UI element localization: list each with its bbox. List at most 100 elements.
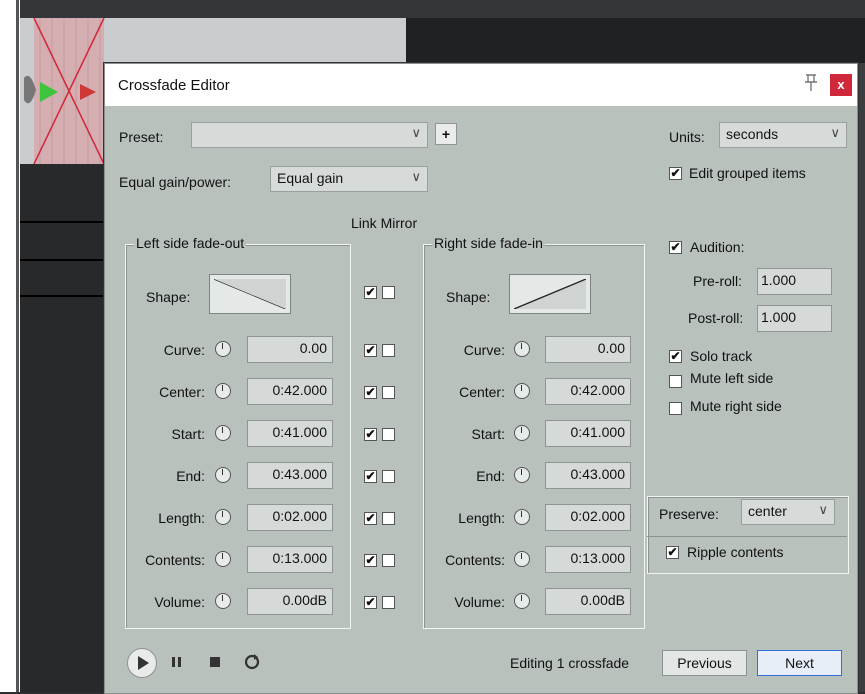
loop-icon[interactable] xyxy=(243,653,261,674)
right-knob-icon[interactable] xyxy=(514,509,530,525)
preset-dropdown[interactable]: ∨ xyxy=(191,122,428,148)
audition-checkbox[interactable]: ✔ xyxy=(669,241,682,254)
left-value-input[interactable]: 0.00dB xyxy=(247,588,333,615)
status-text: Editing 1 crossfade xyxy=(510,655,630,671)
left-row-label: Start: xyxy=(171,426,205,442)
dialog-title: Crossfade Editor xyxy=(118,77,230,94)
crossfade-editor-dialog: Crossfade Editor x Preset: ∨ + Units: se… xyxy=(104,63,858,694)
left-group-title: Left side fade-out xyxy=(134,235,247,251)
left-knob-icon[interactable] xyxy=(215,593,231,609)
right-value-input[interactable]: 0:43.000 xyxy=(545,462,631,489)
units-value: seconds xyxy=(726,126,779,142)
right-value-input[interactable]: 0.00dB xyxy=(545,588,631,615)
link-checkbox[interactable]: ✔ xyxy=(364,386,377,399)
link-checkbox[interactable]: ✔ xyxy=(364,428,377,441)
right-knob-icon[interactable] xyxy=(514,551,530,567)
stop-icon[interactable] xyxy=(207,654,223,673)
link-checkbox[interactable]: ✔ xyxy=(364,554,377,567)
mirror-checkbox[interactable] xyxy=(382,386,395,399)
close-button[interactable]: x xyxy=(830,74,852,96)
pin-icon[interactable] xyxy=(803,74,819,97)
link-checkbox[interactable]: ✔ xyxy=(364,512,377,525)
preroll-input[interactable]: 1.000 xyxy=(757,268,832,295)
left-knob-icon[interactable] xyxy=(215,509,231,525)
mute-left-label: Mute left side xyxy=(690,370,774,386)
equal-gain-value: Equal gain xyxy=(277,170,344,186)
title-bar[interactable]: Crossfade Editor x xyxy=(105,64,857,106)
left-knob-icon[interactable] xyxy=(215,341,231,357)
left-row-label: Curve: xyxy=(163,342,205,358)
left-value-input[interactable]: 0.00 xyxy=(247,336,333,363)
link-checkbox[interactable]: ✔ xyxy=(364,286,377,299)
solo-track-checkbox[interactable]: ✔ xyxy=(669,350,682,363)
right-row-label: Center: xyxy=(459,384,505,400)
left-value-input[interactable]: 0:41.000 xyxy=(247,420,333,447)
preroll-label: Pre-roll: xyxy=(693,273,743,289)
solo-track-label: Solo track xyxy=(690,348,753,364)
mirror-checkbox[interactable] xyxy=(382,470,395,483)
preserve-dropdown[interactable]: center ∨ xyxy=(741,499,835,525)
pause-icon[interactable] xyxy=(169,654,185,673)
mute-left-checkbox[interactable] xyxy=(669,375,682,388)
right-value-input[interactable]: 0:13.000 xyxy=(545,546,631,573)
add-preset-button[interactable]: + xyxy=(435,123,457,145)
right-value-input[interactable]: 0:41.000 xyxy=(545,420,631,447)
left-row-label: Volume: xyxy=(154,594,205,610)
link-checkbox[interactable]: ✔ xyxy=(364,470,377,483)
left-value-input[interactable]: 0:42.000 xyxy=(247,378,333,405)
postroll-label: Post-roll: xyxy=(688,310,744,326)
right-row-label: Volume: xyxy=(454,594,505,610)
equal-gain-dropdown[interactable]: Equal gain ∨ xyxy=(270,166,428,192)
mute-right-label: Mute right side xyxy=(690,398,782,414)
right-knob-icon[interactable] xyxy=(514,593,530,609)
mirror-checkbox[interactable] xyxy=(382,596,395,609)
mirror-checkbox[interactable] xyxy=(382,344,395,357)
ripple-contents-label: Ripple contents xyxy=(687,544,784,560)
units-dropdown[interactable]: seconds ∨ xyxy=(719,122,847,148)
equal-gain-label: Equal gain/power: xyxy=(119,174,232,190)
chevron-down-icon: ∨ xyxy=(411,125,421,140)
left-knob-icon[interactable] xyxy=(215,551,231,567)
right-row-label: Start: xyxy=(471,426,505,442)
right-knob-icon[interactable] xyxy=(514,425,530,441)
mirror-checkbox[interactable] xyxy=(382,428,395,441)
link-checkbox[interactable]: ✔ xyxy=(364,596,377,609)
ripple-contents-checkbox[interactable]: ✔ xyxy=(666,546,679,559)
right-shape-selector[interactable] xyxy=(509,274,591,314)
edit-grouped-checkbox[interactable]: ✔ xyxy=(669,167,682,180)
mute-right-checkbox[interactable] xyxy=(669,402,682,415)
preset-label: Preset: xyxy=(119,129,164,145)
mirror-checkbox[interactable] xyxy=(382,554,395,567)
postroll-input[interactable]: 1.000 xyxy=(757,305,832,332)
next-button[interactable]: Next xyxy=(757,650,842,676)
right-row-label: Contents: xyxy=(445,552,505,568)
preserve-value: center xyxy=(748,503,787,519)
mirror-checkbox[interactable] xyxy=(382,512,395,525)
right-knob-icon[interactable] xyxy=(514,467,530,483)
left-shape-selector[interactable] xyxy=(209,274,291,314)
link-checkbox[interactable]: ✔ xyxy=(364,344,377,357)
left-knob-icon[interactable] xyxy=(215,383,231,399)
previous-button[interactable]: Previous xyxy=(662,650,747,676)
left-row-label: Contents: xyxy=(145,552,205,568)
left-value-input[interactable]: 0:43.000 xyxy=(247,462,333,489)
edit-grouped-label: Edit grouped items xyxy=(689,165,806,181)
left-knob-icon[interactable] xyxy=(215,467,231,483)
right-knob-icon[interactable] xyxy=(514,383,530,399)
left-value-input[interactable]: 0:13.000 xyxy=(247,546,333,573)
left-value-input[interactable]: 0:02.000 xyxy=(247,504,333,531)
mirror-checkbox[interactable] xyxy=(382,286,395,299)
left-row-label: Center: xyxy=(159,384,205,400)
right-value-input[interactable]: 0:02.000 xyxy=(545,504,631,531)
right-row-label: End: xyxy=(476,468,505,484)
preserve-label: Preserve: xyxy=(659,506,719,522)
right-value-input[interactable]: 0:42.000 xyxy=(545,378,631,405)
right-value-input[interactable]: 0.00 xyxy=(545,336,631,363)
play-icon[interactable] xyxy=(127,648,157,678)
left-knob-icon[interactable] xyxy=(215,425,231,441)
left-row-label: Length: xyxy=(158,510,205,526)
audition-label: Audition: xyxy=(690,239,745,255)
right-knob-icon[interactable] xyxy=(514,341,530,357)
left-shape-label: Shape: xyxy=(146,289,191,305)
units-label: Units: xyxy=(669,129,705,145)
